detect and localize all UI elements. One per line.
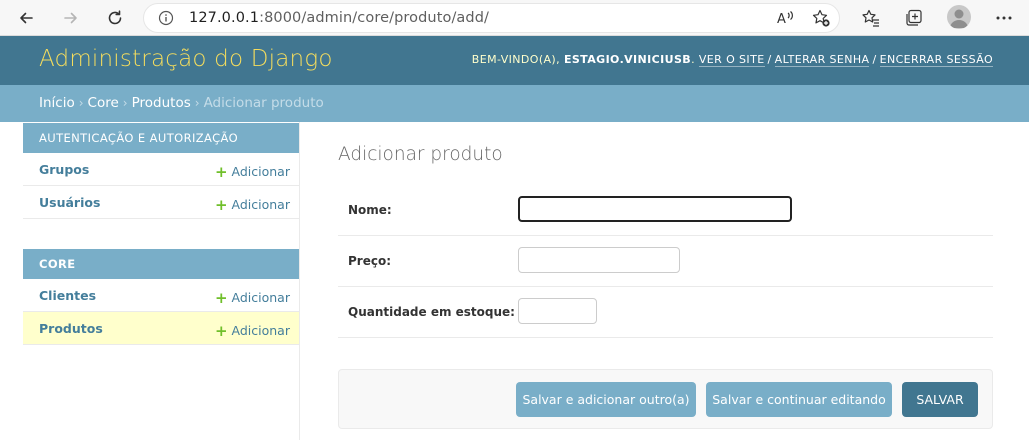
quantidade-input[interactable] [518,298,597,324]
user-tools: BEM-VINDO(A), ESTAGIO.VINICIUSB. VER O S… [471,53,993,67]
add-cliente-link[interactable]: + Adicionar [214,288,290,307]
add-favorite-button[interactable] [809,6,833,30]
plus-icon: + [214,289,228,307]
back-button[interactable] [12,4,40,32]
favorites-icon [862,9,879,27]
add-usuario-link[interactable]: + Adicionar [214,195,290,214]
read-aloud-button[interactable]: A [774,6,798,30]
form-row-quantidade: Quantidade em estoque: [338,287,993,338]
welcome-text: BEM-VINDO(A), [471,53,561,66]
reload-icon [108,10,122,25]
settings-menu-button[interactable] [992,6,1016,30]
sidebar-item-label[interactable]: Clientes [39,288,96,303]
info-icon [158,10,174,26]
form-row-nome: Nome: [338,185,993,236]
breadcrumb-model[interactable]: Produtos [132,95,191,111]
forward-button[interactable] [57,4,85,32]
page-title: Adicionar produto [338,144,503,165]
save-add-another-button[interactable]: Salvar e adicionar outro(a) [516,382,696,417]
change-password-link[interactable]: ALTERAR SENHA [774,53,870,67]
logout-link[interactable]: ENCERRAR SESSÃO [879,53,993,67]
svg-text:A: A [777,12,786,27]
save-button[interactable]: SALVAR [902,382,978,417]
sidebar-item-label[interactable]: Usuários [39,195,100,210]
view-site-link[interactable]: VER O SITE [698,53,765,67]
breadcrumb-current: Adicionar produto [203,95,324,111]
username: ESTAGIO.VINICIUSB [563,53,692,66]
profile-avatar[interactable] [947,5,971,29]
preco-input[interactable] [518,247,680,273]
module-caption[interactable]: CORE [23,249,299,279]
form-row-preco: Preço: [338,236,993,287]
module-core: CORE Clientes + Adicionar Produtos + Adici… [23,249,299,345]
nome-input[interactable] [518,196,792,222]
submit-row: Salvar e adicionar outro(a) Salvar e con… [338,369,993,429]
sidebar-item-label[interactable]: Produtos [39,321,103,336]
address-bar[interactable]: 127.0.0.1:8000/admin/core/produto/add/ A [143,3,840,33]
breadcrumb-app[interactable]: Core [88,95,119,111]
reload-button[interactable] [101,4,129,32]
collections-button[interactable] [902,6,926,30]
collections-icon [906,9,922,26]
back-arrow-icon [20,12,33,24]
sidebar-item-clientes: Clientes + Adicionar [23,279,299,312]
nav-sidebar: AUTENTICAÇÃO E AUTORIZAÇÃO Grupos + Adici… [20,122,300,440]
module-caption[interactable]: AUTENTICAÇÃO E AUTORIZAÇÃO [23,123,299,153]
site-branding[interactable]: Administração do Django [39,46,333,72]
breadcrumb: Início › Core › Produtos › Adicionar produto [0,85,1029,122]
url-text: 127.0.0.1:8000/admin/core/produto/add/ [189,10,490,26]
quantidade-label: Quantidade em estoque: [348,305,515,319]
star-add-icon [812,9,830,27]
preco-label: Preço: [348,254,392,268]
user-icon [950,9,968,28]
module-auth: AUTENTICAÇÃO E AUTORIZAÇÃO Grupos + Adici… [23,123,299,219]
sidebar-item-label[interactable]: Grupos [39,162,89,177]
plus-icon: + [214,163,228,181]
add-produto-link[interactable]: + Adicionar [214,321,290,340]
plus-icon: + [214,196,228,214]
plus-icon: + [214,322,228,340]
save-continue-button[interactable]: Salvar e continuar editando [706,382,892,417]
sidebar-item-usuarios: Usuários + Adicionar [23,186,299,219]
more-icon [996,16,1012,20]
admin-header: Administração do Django BEM-VINDO(A), ES… [0,36,1029,85]
favorites-button[interactable] [859,6,883,30]
sidebar-item-produtos: Produtos + Adicionar [23,312,299,345]
add-grupo-link[interactable]: + Adicionar [214,162,290,181]
forward-arrow-icon [64,12,77,24]
browser-toolbar: 127.0.0.1:8000/admin/core/produto/add/ A [0,0,1029,36]
breadcrumb-home[interactable]: Início [39,95,75,111]
sidebar-item-grupos: Grupos + Adicionar [23,153,299,186]
read-aloud-icon: A [777,11,793,27]
nome-label: Nome: [348,203,392,217]
